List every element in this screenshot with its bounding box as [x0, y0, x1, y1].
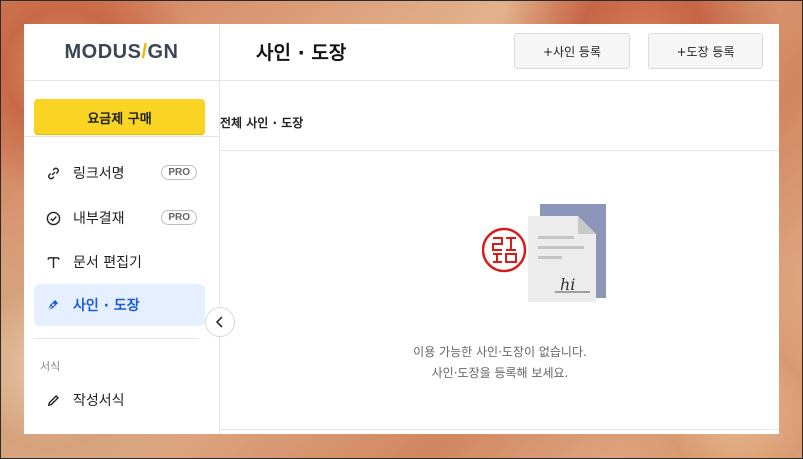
content-bottom-divider	[220, 429, 779, 430]
document-line	[538, 246, 584, 249]
document-line	[538, 236, 574, 239]
pro-badge: PRO	[161, 165, 197, 180]
page-header: 사인 · 도장 +사인 등록 +도장 등록	[220, 24, 779, 81]
buy-plan-button[interactable]: 요금제 구매	[34, 99, 205, 135]
sidebar-item-label: 내부결재	[73, 211, 125, 227]
list-header: 전체 사인 · 도장	[220, 81, 779, 151]
sidebar-item-label: 문서 편집기	[73, 255, 142, 271]
link-icon	[45, 165, 61, 181]
app-window: MODUS/GN 요금제 구매 링크서명 PRO 내부결재 PRO 문서 편집기…	[24, 24, 779, 434]
check-circle-icon	[45, 210, 61, 226]
register-sign-button[interactable]: +사인 등록	[514, 33, 630, 69]
chevron-left-icon	[215, 316, 223, 328]
register-stamp-button[interactable]: +도장 등록	[648, 33, 763, 69]
logo-area: MODUS/GN	[24, 24, 219, 81]
logo-text-b: GN	[147, 40, 179, 63]
empty-state-illustration: hi	[482, 204, 606, 302]
sidebar-item-internal-approval[interactable]: 내부결재 PRO	[34, 197, 205, 239]
sidebar-item-sign-stamp[interactable]: 사인 · 도장	[34, 284, 205, 326]
logo-text-a: MODUS	[64, 40, 142, 63]
pencil-icon	[45, 392, 61, 408]
sidebar-item-label: 작성서식	[73, 393, 125, 409]
page-title: 사인 · 도장	[256, 42, 347, 64]
document-line	[538, 256, 562, 259]
text-t-icon	[45, 254, 61, 270]
sidebar-item-link-sign[interactable]: 링크서명 PRO	[34, 152, 205, 194]
sidebar-divider	[34, 338, 198, 339]
modusign-logo[interactable]: MODUS/GN	[64, 41, 178, 64]
sidebar-item-label: 사인 · 도장	[73, 298, 140, 314]
sidebar-item-document-editor[interactable]: 문서 편집기	[34, 241, 205, 283]
sidebar-item-label: 링크서명	[73, 166, 125, 182]
pro-badge: PRO	[161, 210, 197, 225]
main-content: 사인 · 도장 +사인 등록 +도장 등록 전체 사인 · 도장 hi 이용 가…	[220, 24, 779, 434]
signature-sample: hi	[560, 275, 575, 294]
buy-area: 요금제 구매	[24, 81, 219, 137]
section-label-forms: 서식	[40, 360, 61, 373]
pen-nib-icon	[45, 297, 61, 313]
empty-state-line2: 사인·도장을 등록해 보세요.	[431, 366, 569, 380]
stamp-seal-icon	[482, 227, 527, 273]
list-title: 전체 사인 · 도장	[220, 116, 304, 130]
empty-state-line1: 이용 가능한 사인·도장이 없습니다.	[413, 345, 587, 359]
sidebar-item-write-form[interactable]: 작성서식	[34, 379, 205, 421]
sidebar-collapse-button[interactable]	[205, 307, 235, 337]
